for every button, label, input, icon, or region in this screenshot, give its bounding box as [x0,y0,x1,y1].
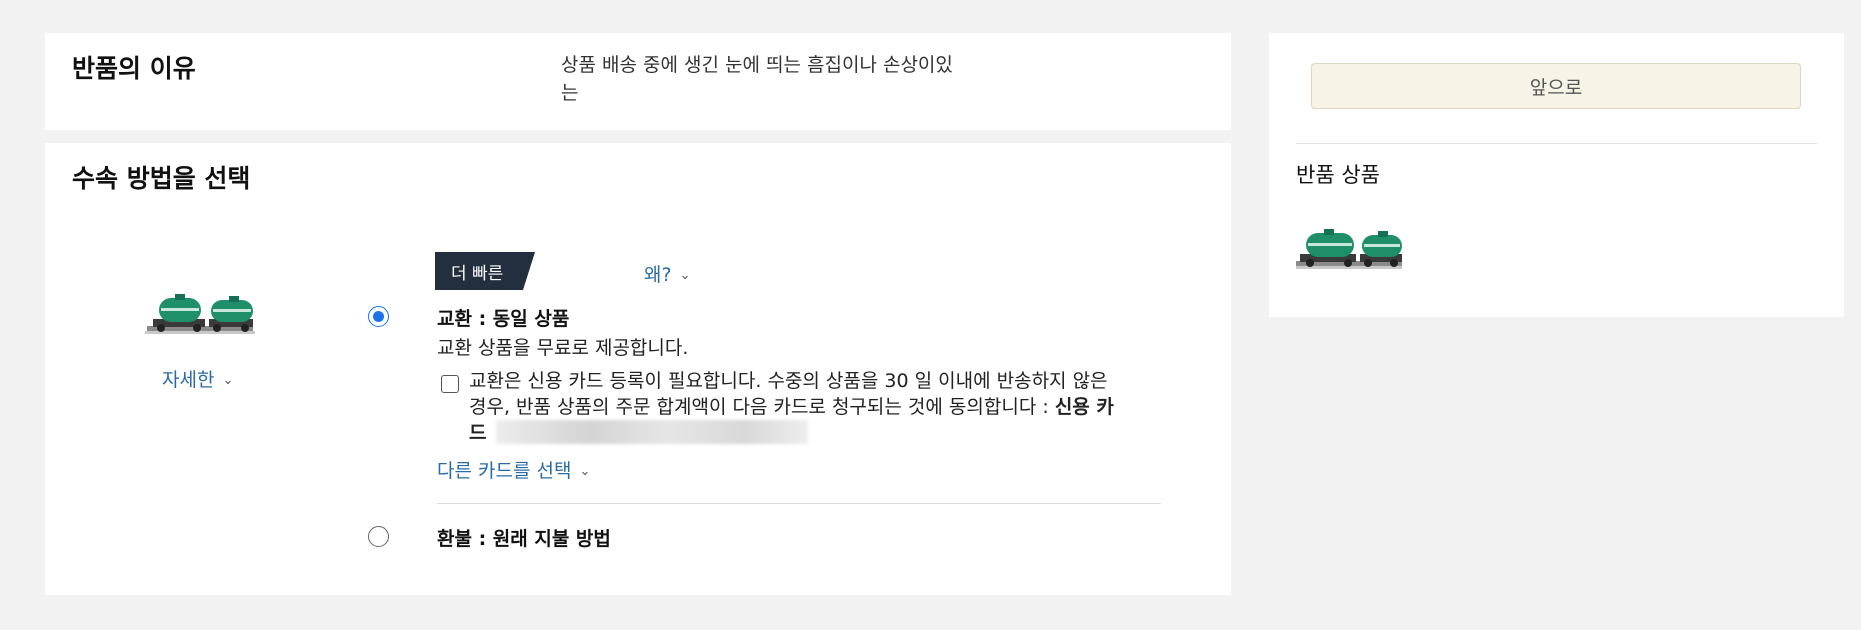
exchange-radio[interactable] [368,306,389,327]
choose-other-card-link[interactable]: 다른 카드를 선택 ⌄ [437,456,590,483]
details-link-label: 자세한 [162,369,215,391]
faster-badge: 더 빠른 [435,252,535,290]
return-reason-title: 반품의 이유 [72,54,196,83]
next-button[interactable]: 앞으로 [1311,63,1801,109]
card-consent-text: 교환은 신용 카드 등록이 필요합니다. 수중의 상품을 30 일 이내에 반송… [469,368,1229,446]
chevron-down-icon: ⌄ [579,464,591,479]
returned-items-label: 반품 상품 [1296,163,1380,187]
chevron-down-icon: ⌄ [222,373,234,388]
product-thumbnail [145,286,257,338]
faster-badge-label: 더 빠른 [451,264,504,284]
consent-card-label: 신용 카 [1054,396,1114,418]
returned-item-thumbnail [1296,221,1402,273]
choose-other-card-label: 다른 카드를 선택 [437,460,572,482]
details-link[interactable]: 자세한 ⌄ [162,365,233,392]
consent-line1: 교환은 신용 카드 등록이 필요합니다. 수중의 상품을 30 일 이내에 반송… [469,370,1108,392]
redacted-card-number [496,420,809,444]
card-consent-checkbox[interactable] [441,375,459,393]
refund-option-title: 환불 : 원래 지불 방법 [437,528,611,550]
return-reason-text: 상품 배송 중에 생긴 눈에 띄는 흠집이나 손상이있 는 [561,51,1001,107]
consent-line2: 경우, 반품 상품의 주문 합계액이 다음 카드로 청구되는 것에 동의합니다 … [469,396,1055,418]
option-divider [437,503,1161,504]
sidebar-divider [1296,143,1817,144]
chevron-down-icon: ⌄ [679,268,691,283]
return-reason-card: 반품의 이유 상품 배송 중에 생긴 눈에 띄는 흠집이나 손상이있 는 [45,33,1231,130]
why-link-label: 왜? [644,264,672,286]
return-method-card: 수속 방법을 선택 자세한 ⌄ 더 빠른 왜? ⌄ 교환 : 동일 상품 교환 … [45,143,1231,595]
return-reason-line2: 는 [561,82,579,104]
refund-radio[interactable] [368,526,389,547]
exchange-option-title: 교환 : 동일 상품 [437,308,570,330]
why-link[interactable]: 왜? ⌄ [644,260,690,287]
return-reason-line1: 상품 배송 중에 생긴 눈에 띄는 흠집이나 손상이있 [561,54,953,76]
exchange-description: 교환 상품을 무료로 제공합니다. [437,337,689,359]
summary-sidebar: 앞으로 반품 상품 [1269,33,1844,317]
consent-card-label-end: 드 [469,422,487,444]
method-title: 수속 방법을 선택 [72,164,251,193]
